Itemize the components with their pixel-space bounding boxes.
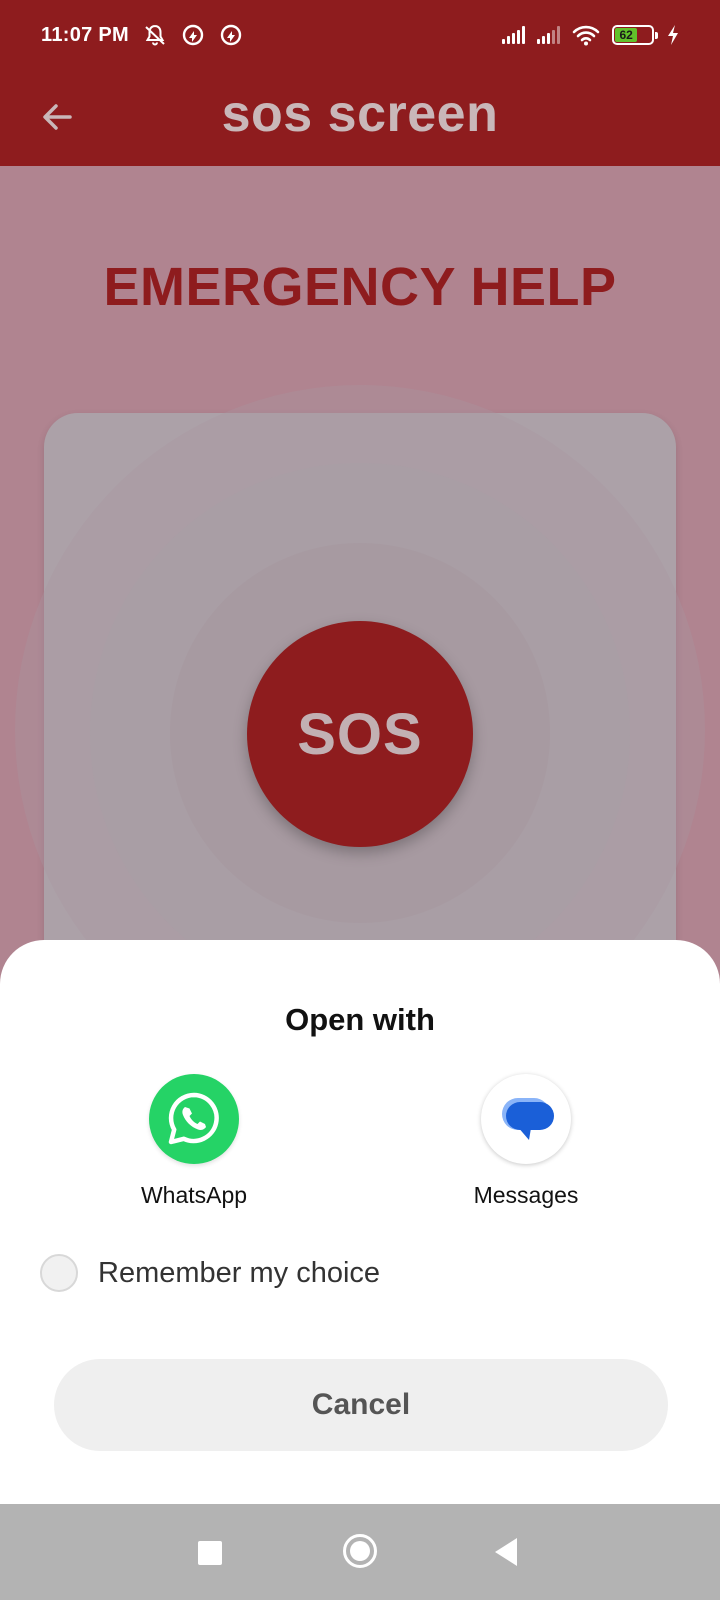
remember-choice-radio[interactable]	[40, 1254, 78, 1292]
back-icon[interactable]	[495, 1538, 517, 1566]
recent-apps-icon[interactable]	[198, 1541, 222, 1565]
data-saver-icon	[220, 24, 242, 46]
emergency-headline: EMERGENCY HELP	[103, 257, 617, 317]
signal-icon	[502, 26, 525, 44]
app-option-whatsapp[interactable]: WhatsApp	[94, 1074, 294, 1209]
open-with-sheet: Open with WhatsApp Messages Remember my …	[0, 940, 720, 1505]
home-icon[interactable]	[343, 1534, 377, 1568]
remember-choice-row[interactable]: Remember my choice	[40, 1254, 380, 1292]
battery-level: 62	[615, 28, 638, 42]
page-title: sos screen	[221, 85, 499, 143]
sos-button[interactable]: SOS	[247, 621, 473, 847]
remember-choice-label: Remember my choice	[98, 1256, 381, 1289]
wifi-icon	[572, 25, 600, 46]
app-label-whatsapp: WhatsApp	[140, 1182, 248, 1208]
nav-bar	[0, 1504, 720, 1600]
charging-icon	[668, 25, 678, 45]
status-time: 11:07 PM	[41, 23, 130, 46]
whatsapp-icon	[149, 1074, 239, 1164]
status-system-icons: 62	[502, 24, 680, 46]
sheet-title: Open with	[285, 1002, 435, 1037]
messages-icon	[481, 1074, 571, 1164]
status-bar: 11:07 PM 62	[0, 0, 720, 70]
app-label-messages: Messages	[473, 1182, 579, 1208]
app-bar: sos screen	[0, 70, 720, 166]
data-saver-icon	[182, 24, 204, 46]
mute-icon	[145, 24, 165, 46]
signal-icon	[537, 26, 560, 44]
status-notification-icons	[143, 23, 243, 47]
cancel-button[interactable]: Cancel	[54, 1359, 668, 1451]
battery-icon: 62	[612, 25, 658, 45]
app-option-messages[interactable]: Messages	[426, 1074, 626, 1209]
